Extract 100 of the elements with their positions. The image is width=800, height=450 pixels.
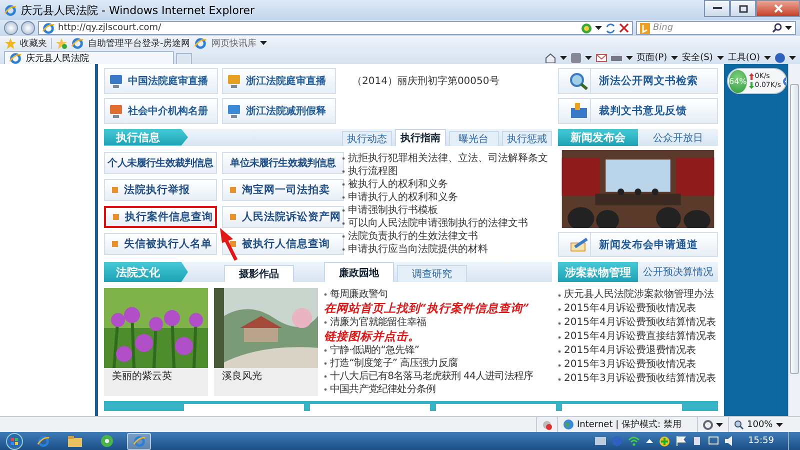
security-icon[interactable] (659, 436, 670, 446)
settings-icon[interactable] (703, 420, 713, 430)
section-tab[interactable]: 执行动态 (342, 131, 392, 146)
dropdown-field[interactable] (310, 404, 430, 411)
window-title: 庆元县人民法院 - Windows Internet Explorer (21, 2, 255, 18)
caret-icon[interactable] (716, 422, 723, 426)
folder-icon (68, 436, 82, 446)
flag-icon[interactable] (676, 436, 686, 446)
browser-tab[interactable]: 庆元县人民法院 (4, 51, 174, 64)
refresh-icon[interactable] (605, 22, 616, 34)
annotation-text: 链接图标并点击。 (324, 329, 420, 344)
notice-link[interactable]: （2014）丽庆刑初字第00050号 (342, 68, 552, 124)
annotation-text: 在网站首页上找到“执行案件信息查询” (324, 301, 530, 316)
caret-icon[interactable] (260, 41, 268, 45)
section-title: 法院文化 (104, 262, 188, 282)
caret-icon[interactable] (595, 26, 602, 30)
page-icon (194, 36, 208, 50)
start-button[interactable] (6, 432, 23, 450)
search-engine-icon (640, 22, 650, 34)
link-tile[interactable]: 社会中介机构名册 (104, 98, 218, 124)
menu-button[interactable]: 工具(O) (728, 51, 760, 64)
favorite-link[interactable]: 自助管理平台登录-房途网 (88, 36, 190, 50)
forward-button[interactable] (21, 21, 35, 35)
close-button[interactable] (756, 0, 800, 17)
section-tab[interactable]: 曝光台 (448, 131, 499, 146)
dropdown-field[interactable] (436, 404, 556, 411)
link-tile[interactable]: 单位未履行生效裁判信息 (222, 152, 344, 174)
link-tile[interactable]: 执行案件信息查询 (104, 206, 217, 228)
caret-icon[interactable] (785, 26, 792, 30)
link-tile[interactable]: 个人未履行生效裁判信息 (104, 152, 217, 174)
link-tile[interactable]: 浙江法院庭审直播 (222, 68, 336, 94)
section-tab[interactable]: 廉政园地 (324, 262, 394, 282)
link-tile[interactable]: 新闻发布会申请通道 (558, 232, 718, 257)
network-icon[interactable] (628, 436, 640, 446)
link-tile[interactable]: 人民法院诉讼资产网 (222, 206, 344, 228)
mail-icon[interactable] (596, 54, 607, 62)
clock[interactable]: 15:59 (740, 436, 782, 446)
section-tab[interactable]: 调查研究 (397, 265, 467, 282)
close-icon (774, 4, 782, 13)
page-icon (71, 36, 84, 50)
link-tile[interactable]: 中国法院庭审直播 (104, 68, 218, 94)
minimize-button[interactable] (704, 0, 730, 17)
zoom-level[interactable]: 100% (747, 420, 773, 430)
search-icon[interactable] (772, 23, 782, 33)
caret-icon[interactable] (646, 439, 654, 443)
favorite-link[interactable]: 网页快讯库 (211, 36, 256, 50)
dropdown-field[interactable] (562, 404, 682, 411)
display-icon[interactable] (708, 436, 720, 446)
caret-icon[interactable] (764, 56, 771, 60)
favorites-label[interactable]: 收藏夹 (20, 36, 47, 50)
link-tile[interactable]: 失信被执行人名单 (104, 232, 217, 254)
magnifier-icon (568, 72, 588, 90)
menu-button[interactable]: 页面(P) (636, 51, 668, 64)
caret-icon[interactable] (584, 56, 592, 60)
link-tile[interactable]: 淘宝网一司法拍卖 (222, 178, 344, 200)
photo-card[interactable]: 美丽的紫云英 (104, 288, 208, 396)
caret-icon[interactable] (776, 422, 783, 426)
photo-caption: 美丽的紫云英 (111, 370, 173, 384)
globe-icon (563, 419, 574, 430)
caret-icon[interactable] (671, 56, 678, 60)
minimize-icon (712, 7, 722, 10)
photo-card[interactable]: 溪良风光 (214, 288, 318, 396)
speaker-icon[interactable] (725, 436, 734, 446)
security-zone: Internet | 保护模式: 禁用 (577, 418, 682, 431)
link-tile[interactable]: 裁判文书意见反馈 (558, 98, 718, 124)
dropdown-field[interactable] (184, 404, 304, 411)
link-tile[interactable]: 浙法公开网文书检索 (558, 68, 718, 94)
link-tile[interactable]: 浙江法院减刑假释 (222, 98, 336, 124)
upload-icon (748, 73, 754, 80)
page-icon (42, 22, 55, 34)
address-field[interactable]: http://qy.zjlscourt.com/ (38, 21, 633, 35)
back-button[interactable] (4, 21, 18, 35)
book-icon (568, 102, 588, 120)
browser-icon (36, 434, 50, 448)
section-tab[interactable]: 执行指南 (395, 129, 446, 146)
caret-icon[interactable] (789, 56, 796, 60)
star-icon (5, 38, 16, 48)
section-tab[interactable]: 公开预决算情况 (638, 262, 718, 282)
stop-icon[interactable] (619, 23, 629, 33)
download-icon (748, 82, 754, 89)
section-tab[interactable]: 公众开放日 (638, 129, 718, 146)
section-title: 执行信息 (104, 129, 188, 146)
browser-icon (4, 4, 17, 16)
section-tab[interactable]: 执行惩戒 (502, 131, 552, 146)
caret-icon[interactable] (626, 56, 633, 60)
browser-icon (132, 434, 146, 448)
menu-button[interactable]: 安全(S) (682, 51, 713, 64)
link-tile[interactable]: 法院执行举报 (104, 178, 217, 200)
maximize-button[interactable] (730, 0, 756, 17)
blocked-icon[interactable] (542, 420, 552, 430)
search-bar[interactable]: Bing (636, 21, 796, 35)
add-favorite-icon[interactable] (56, 38, 67, 48)
zoom-icon[interactable] (734, 420, 744, 430)
scrollbar[interactable] (788, 64, 800, 416)
print-icon[interactable] (610, 52, 622, 62)
link-tile[interactable]: 被执行人信息查询 (222, 232, 344, 254)
caret-icon[interactable] (560, 56, 567, 60)
caret-icon[interactable] (716, 56, 724, 60)
pencil-icon (568, 236, 588, 253)
section-tab[interactable]: 摄影作品 (224, 265, 294, 282)
